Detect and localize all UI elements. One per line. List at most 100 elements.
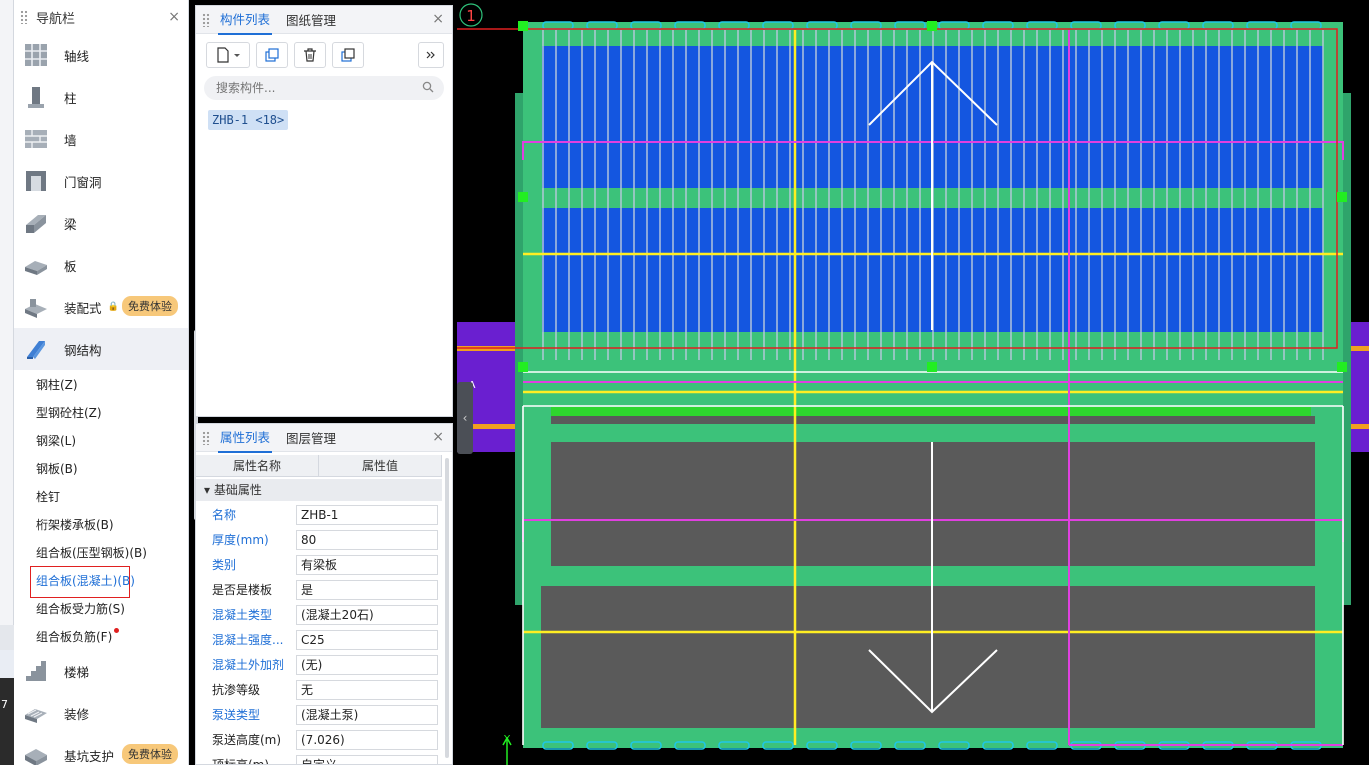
property-value[interactable]: (7.026): [296, 729, 438, 750]
component-toolbar: [206, 42, 444, 68]
nav-item-slab[interactable]: 板: [14, 244, 188, 286]
sub-item-steel-plate[interactable]: 钢板(B): [14, 454, 188, 482]
property-row: 是否是楼板 是: [196, 577, 442, 602]
nav-item-excavation-support[interactable]: 基坑支护 🔒 免费体验: [14, 734, 188, 765]
column-icon: [28, 87, 44, 108]
property-value[interactable]: ZHB-1: [296, 504, 438, 525]
close-icon[interactable]: ×: [168, 9, 180, 25]
more-button[interactable]: [418, 42, 444, 68]
property-row: 混凝土类型 (混凝土20石): [196, 602, 442, 627]
door-window-icon: [26, 171, 46, 191]
new-component-button[interactable]: [206, 42, 250, 68]
sub-item-steel-concrete-column[interactable]: 型钢砼柱(Z): [14, 398, 188, 426]
decoration-icon: [25, 709, 47, 723]
collapse-panel-button[interactable]: ‹: [457, 382, 473, 454]
property-name: 混凝土类型: [212, 608, 273, 622]
search-icon[interactable]: [422, 81, 434, 93]
close-icon[interactable]: ×: [432, 11, 444, 27]
property-row: 泵送高度(m) (7.026): [196, 727, 442, 752]
nav-title-bar: 导航栏 ×: [14, 0, 188, 34]
nav-item-label: 板: [64, 258, 77, 274]
property-row: 厚度(mm) 80: [196, 527, 442, 552]
sub-item-composite-main-rebar[interactable]: 组合板受力筋(S): [14, 594, 188, 622]
nav-item-label: 门窗洞: [64, 174, 102, 190]
sub-item-steel-column[interactable]: 钢柱(Z): [14, 370, 188, 398]
property-value[interactable]: C25: [296, 629, 438, 650]
property-scrollbar[interactable]: [445, 458, 449, 758]
property-value[interactable]: 有梁板: [296, 554, 438, 575]
nav-item-column[interactable]: 柱: [14, 76, 188, 118]
lock-icon: 🔒: [107, 302, 119, 312]
notification-dot: [114, 627, 120, 633]
column-header-name[interactable]: 属性名称: [196, 455, 319, 476]
nav-item-beam[interactable]: 梁: [14, 202, 188, 244]
delete-component-button[interactable]: [294, 42, 326, 68]
tab-component-list[interactable]: 构件列表: [218, 4, 273, 35]
grid-icon: [25, 44, 47, 66]
sub-item-steel-beam[interactable]: 钢梁(L): [14, 426, 188, 454]
prefab-icon: [25, 299, 47, 318]
nav-item-label: 钢结构: [64, 342, 102, 358]
sub-item-composite-profiled[interactable]: 组合板(压型钢板)(B): [14, 538, 188, 566]
stairs-icon: [26, 661, 46, 681]
property-name: 泵送高度(m): [212, 733, 282, 747]
tab-drawing-management[interactable]: 图纸管理: [284, 5, 338, 34]
highlight-box: [30, 566, 130, 598]
property-value[interactable]: (无): [296, 654, 438, 675]
drag-handle-icon[interactable]: [202, 12, 210, 27]
property-value[interactable]: 80: [296, 529, 438, 550]
property-name: 是否是楼板: [212, 583, 273, 597]
drag-handle-icon[interactable]: [20, 10, 28, 24]
component-tabs: 构件列表 图纸管理 ×: [196, 4, 452, 35]
property-row: 名称 ZHB-1: [196, 502, 442, 527]
property-value[interactable]: 无: [296, 679, 438, 700]
double-chevron-right-icon: [426, 51, 435, 59]
free-trial-badge[interactable]: 免费体验: [122, 296, 178, 316]
property-name: 类别: [212, 558, 237, 572]
navigation-panel: 导航栏 × 轴线 柱 墙 门窗洞 梁 板 装配式 🔒 免费体验 钢结构 钢柱(Z…: [14, 0, 198, 765]
property-row: 抗渗等级 无: [196, 677, 442, 702]
property-value[interactable]: (混凝土泵): [296, 704, 438, 725]
free-trial-badge[interactable]: 免费体验: [122, 744, 178, 764]
nav-item-label: 装修: [64, 706, 90, 722]
drawing-canvas[interactable]: 1 A Y: [183, 0, 1369, 765]
nav-item-steel-structure[interactable]: 钢结构: [14, 328, 188, 370]
close-icon[interactable]: ×: [432, 429, 444, 445]
column-header-value[interactable]: 属性值: [319, 455, 442, 476]
property-name: 厚度(mm): [212, 533, 269, 547]
property-name: 抗渗等级: [212, 683, 261, 697]
property-value[interactable]: 自定义: [296, 754, 438, 764]
property-value[interactable]: (混凝土20石): [296, 604, 438, 625]
sub-item-composite-negative-rebar[interactable]: 组合板负筋(F): [14, 622, 188, 650]
nav-item-door-window[interactable]: 门窗洞: [14, 160, 188, 202]
tab-property-list[interactable]: 属性列表: [218, 424, 273, 453]
excavation-support-icon: [25, 749, 47, 765]
copy-to-floor-button[interactable]: [332, 42, 364, 68]
nav-title: 导航栏: [36, 11, 76, 27]
property-value[interactable]: 是: [296, 579, 438, 600]
edge-dark-block: 7: [0, 678, 14, 765]
sub-item-truss-deck[interactable]: 桁架楼承板(B): [14, 510, 188, 538]
nav-item-wall[interactable]: 墙: [14, 118, 188, 160]
edge-button[interactable]: [0, 650, 14, 678]
nav-item-axis[interactable]: 轴线: [14, 34, 188, 76]
tab-layer-management[interactable]: 图层管理: [284, 424, 338, 452]
edge-label: 7: [1, 698, 8, 711]
nav-item-prefab[interactable]: 装配式 🔒 免费体验: [14, 286, 188, 328]
sub-item-stud[interactable]: 栓钉: [14, 482, 188, 510]
copy-component-button[interactable]: [256, 42, 288, 68]
property-row: 混凝土外加剂 (无): [196, 652, 442, 677]
property-group-basic[interactable]: ▾ 基础属性: [196, 479, 442, 501]
nav-item-label: 墙: [64, 132, 77, 148]
sub-item-label: 组合板负筋(F): [36, 629, 113, 644]
property-name: 名称: [212, 508, 237, 522]
drag-handle-icon[interactable]: [202, 430, 210, 445]
nav-item-decoration[interactable]: 装修: [14, 692, 188, 734]
nav-item-label: 梁: [64, 216, 77, 232]
component-item-zhb-1[interactable]: ZHB-1 <18>: [208, 110, 289, 130]
beam-icon: [26, 215, 46, 233]
edge-button[interactable]: [0, 625, 14, 650]
nav-item-label: 基坑支护: [64, 748, 115, 764]
nav-item-stairs[interactable]: 楼梯: [14, 650, 188, 692]
search-input[interactable]: [204, 76, 444, 100]
